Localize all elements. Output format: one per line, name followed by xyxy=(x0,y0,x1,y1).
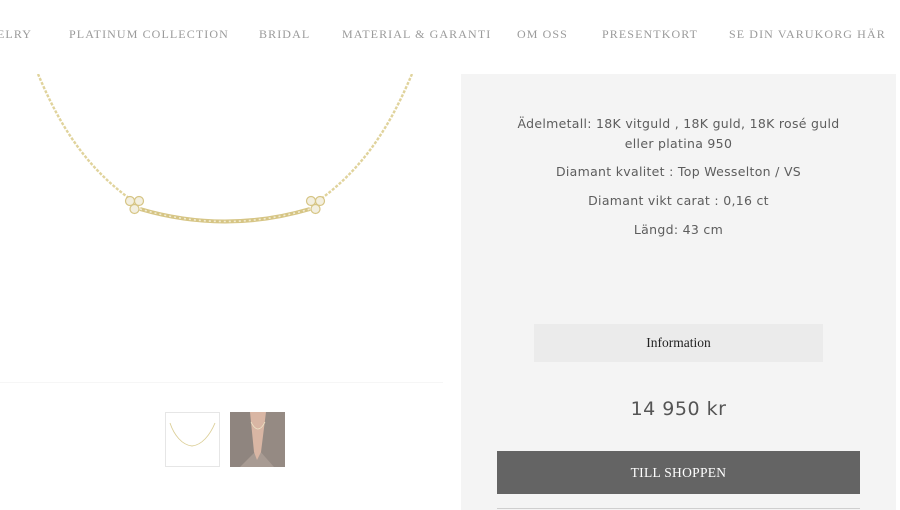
spec-diamond-quality: Diamant kvalitet : Top Wesselton / VS xyxy=(555,164,802,179)
necklace-thumbnail-image xyxy=(169,422,216,447)
spec-diamond-weight: Diamant vikt carat : 0,16 ct xyxy=(588,193,769,208)
information-button[interactable]: Information xyxy=(534,324,823,362)
nav-item-jewelry[interactable]: ELRY xyxy=(0,27,32,42)
till-shoppen-button[interactable]: TILL SHOPPEN xyxy=(497,451,860,494)
nav-item-material-garanti[interactable]: MATERIAL & GARANTI xyxy=(342,27,491,42)
main-navigation: ELRY PLATINUM COLLECTION BRIDAL MATERIAL… xyxy=(0,0,900,68)
divider xyxy=(497,508,860,509)
nav-item-presentkort[interactable]: PRESENTKORT xyxy=(602,27,698,42)
model-photo-image xyxy=(230,412,285,467)
nav-item-bridal[interactable]: BRIDAL xyxy=(259,27,310,42)
thumbnail-model[interactable] xyxy=(230,412,285,467)
nav-item-om-oss[interactable]: OM OSS xyxy=(517,27,568,42)
product-info-panel: Ädelmetall: 18K vitguld , 18K guld, 18K … xyxy=(461,74,896,510)
product-price: 14 950 kr xyxy=(630,398,727,420)
product-image[interactable] xyxy=(0,74,443,383)
nav-item-cart[interactable]: SE DIN VARUKORG HÄR xyxy=(729,27,886,42)
thumbnail-necklace[interactable] xyxy=(165,412,220,467)
spec-metal: Ädelmetall: 18K vitguld , 18K guld, 18K … xyxy=(517,116,840,151)
necklace-illustration xyxy=(36,74,414,224)
spec-length: Längd: 43 cm xyxy=(633,222,724,237)
nav-item-platinum-collection[interactable]: PLATINUM COLLECTION xyxy=(69,27,229,42)
